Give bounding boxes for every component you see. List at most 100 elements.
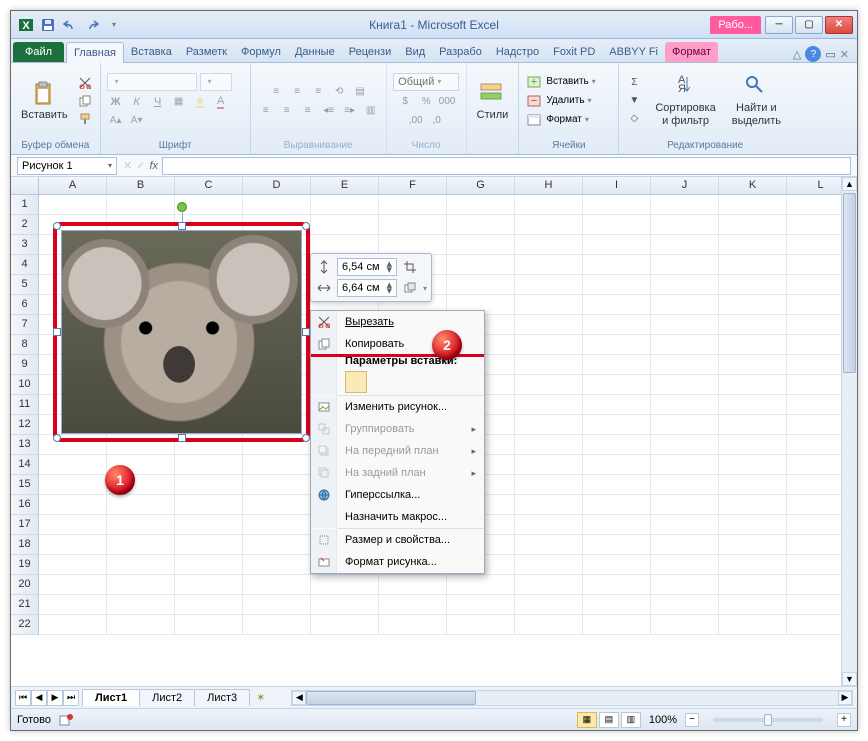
row-header[interactable]: 18 xyxy=(11,535,38,555)
resize-handle[interactable] xyxy=(178,434,186,442)
height-spinner[interactable]: 6,54 см▴▾ xyxy=(337,258,397,276)
styles-button[interactable]: Стили xyxy=(473,79,513,123)
col-header[interactable]: A xyxy=(39,177,107,194)
scroll-thumb[interactable] xyxy=(306,691,476,705)
tab-abbyy[interactable]: ABBYY Fi xyxy=(602,42,665,62)
sheet-prev-icon[interactable]: ◀ xyxy=(31,690,47,706)
zoom-slider[interactable] xyxy=(713,718,823,722)
name-box[interactable]: Рисунок 1▾ xyxy=(17,157,117,175)
cells-delete-label[interactable]: Удалить xyxy=(546,95,584,106)
tab-developer[interactable]: Разрабо xyxy=(432,42,489,62)
row-header[interactable]: 10 xyxy=(11,375,38,395)
minimize-ribbon-icon[interactable]: △ xyxy=(793,48,801,61)
align-center-icon[interactable]: ≡ xyxy=(278,102,296,118)
resize-handle[interactable] xyxy=(302,328,310,336)
underline-icon[interactable]: Ч xyxy=(149,94,167,110)
insert-cells-icon[interactable]: + xyxy=(525,74,543,90)
sheet-first-icon[interactable]: ⏮ xyxy=(15,690,31,706)
tab-picture-format[interactable]: Формат xyxy=(665,42,718,62)
arrange-icon[interactable] xyxy=(401,280,419,296)
macro-record-icon[interactable] xyxy=(59,713,73,727)
normal-view-icon[interactable]: ▦ xyxy=(577,712,597,728)
save-icon[interactable] xyxy=(39,16,57,34)
sort-filter-button[interactable]: AЯ Сортировка и фильтр xyxy=(651,72,719,128)
new-sheet-icon[interactable]: ✶ xyxy=(250,691,271,704)
help-icon[interactable]: ? xyxy=(805,46,821,62)
formula-input[interactable] xyxy=(162,157,851,175)
page-layout-view-icon[interactable]: ▤ xyxy=(599,712,619,728)
scroll-up-icon[interactable]: ▲ xyxy=(842,177,857,191)
row-header[interactable]: 20 xyxy=(11,575,38,595)
width-spinner[interactable]: 6,64 см▴▾ xyxy=(337,279,397,297)
rotate-handle[interactable] xyxy=(177,202,187,212)
percent-icon[interactable]: % xyxy=(417,94,435,110)
ctx-hyperlink[interactable]: Гиперссылка... xyxy=(311,484,484,506)
col-header[interactable]: F xyxy=(379,177,447,194)
fill-color-icon[interactable] xyxy=(191,94,209,110)
row-header[interactable]: 21 xyxy=(11,595,38,615)
tab-insert[interactable]: Вставка xyxy=(124,42,179,62)
window-close-doc-icon[interactable]: ✕ xyxy=(840,48,849,61)
row-header[interactable]: 6 xyxy=(11,295,38,315)
number-format-combo[interactable]: Общий▾ xyxy=(393,73,459,91)
picture-tools-tab[interactable]: Рабо... xyxy=(710,16,761,34)
sheet-next-icon[interactable]: ▶ xyxy=(47,690,63,706)
shrink-font-icon[interactable]: A▾ xyxy=(128,113,146,129)
cells-format-label[interactable]: Формат xyxy=(546,114,582,125)
grow-font-icon[interactable]: A▴ xyxy=(107,113,125,129)
zoom-level[interactable]: 100% xyxy=(649,714,677,726)
crop-icon[interactable] xyxy=(401,259,419,275)
horizontal-scrollbar[interactable]: ◀ ▶ xyxy=(291,690,853,706)
row-header[interactable]: 3 xyxy=(11,235,38,255)
scroll-left-icon[interactable]: ◀ xyxy=(292,691,306,705)
row-header[interactable]: 19 xyxy=(11,555,38,575)
col-header[interactable]: J xyxy=(651,177,719,194)
paste-option-icon[interactable] xyxy=(345,371,367,393)
copy-icon[interactable] xyxy=(76,93,94,109)
row-header[interactable]: 2 xyxy=(11,215,38,235)
font-size-combo[interactable]: ▾ xyxy=(200,73,232,91)
align-right-icon[interactable]: ≡ xyxy=(299,102,317,118)
tab-home[interactable]: Главная xyxy=(66,42,124,63)
maximize-button[interactable]: ▢ xyxy=(795,16,823,34)
redo-icon[interactable] xyxy=(83,16,101,34)
row-header[interactable]: 1 xyxy=(11,195,38,215)
sheet-tab[interactable]: Лист2 xyxy=(139,689,195,706)
autosum-icon[interactable]: Σ xyxy=(625,75,643,91)
qat-customize-icon[interactable]: ▾ xyxy=(105,16,123,34)
fx-icon[interactable]: fx xyxy=(149,160,158,172)
cells-insert-label[interactable]: Вставить xyxy=(546,76,588,87)
col-header[interactable]: B xyxy=(107,177,175,194)
col-header[interactable]: I xyxy=(583,177,651,194)
resize-handle[interactable] xyxy=(53,328,61,336)
align-bottom-icon[interactable]: ≡ xyxy=(309,83,327,99)
resize-handle[interactable] xyxy=(178,222,186,230)
format-cells-icon[interactable] xyxy=(525,112,543,128)
row-header[interactable]: 8 xyxy=(11,335,38,355)
page-break-view-icon[interactable]: ▥ xyxy=(621,712,641,728)
minimize-button[interactable]: ─ xyxy=(765,16,793,34)
wrap-text-icon[interactable]: ▤ xyxy=(351,83,369,99)
sheet-tab[interactable]: Лист1 xyxy=(82,689,140,706)
col-header[interactable]: E xyxy=(311,177,379,194)
border-icon[interactable]: ▦ xyxy=(170,94,188,110)
sheet-last-icon[interactable]: ⏭ xyxy=(63,690,79,706)
mini-dropdown-icon[interactable]: ▾ xyxy=(423,284,427,293)
vertical-scrollbar[interactable]: ▲ ▼ xyxy=(841,177,857,686)
col-header[interactable]: D xyxy=(243,177,311,194)
indent-decrease-icon[interactable]: ◂≡ xyxy=(320,102,338,118)
row-header[interactable]: 14 xyxy=(11,455,38,475)
indent-increase-icon[interactable]: ≡▸ xyxy=(341,102,359,118)
row-header[interactable]: 11 xyxy=(11,395,38,415)
ctx-assign-macro[interactable]: Назначить макрос... xyxy=(311,506,484,528)
col-header[interactable]: G xyxy=(447,177,515,194)
font-color-icon[interactable]: A xyxy=(212,94,230,110)
italic-icon[interactable]: К xyxy=(128,94,146,110)
row-header[interactable]: 16 xyxy=(11,495,38,515)
resize-handle[interactable] xyxy=(53,222,61,230)
font-name-combo[interactable]: ▾ xyxy=(107,73,197,91)
row-header[interactable]: 9 xyxy=(11,355,38,375)
zoom-knob[interactable] xyxy=(764,714,772,726)
delete-cells-icon[interactable]: − xyxy=(525,93,543,109)
bold-icon[interactable]: Ж xyxy=(107,94,125,110)
